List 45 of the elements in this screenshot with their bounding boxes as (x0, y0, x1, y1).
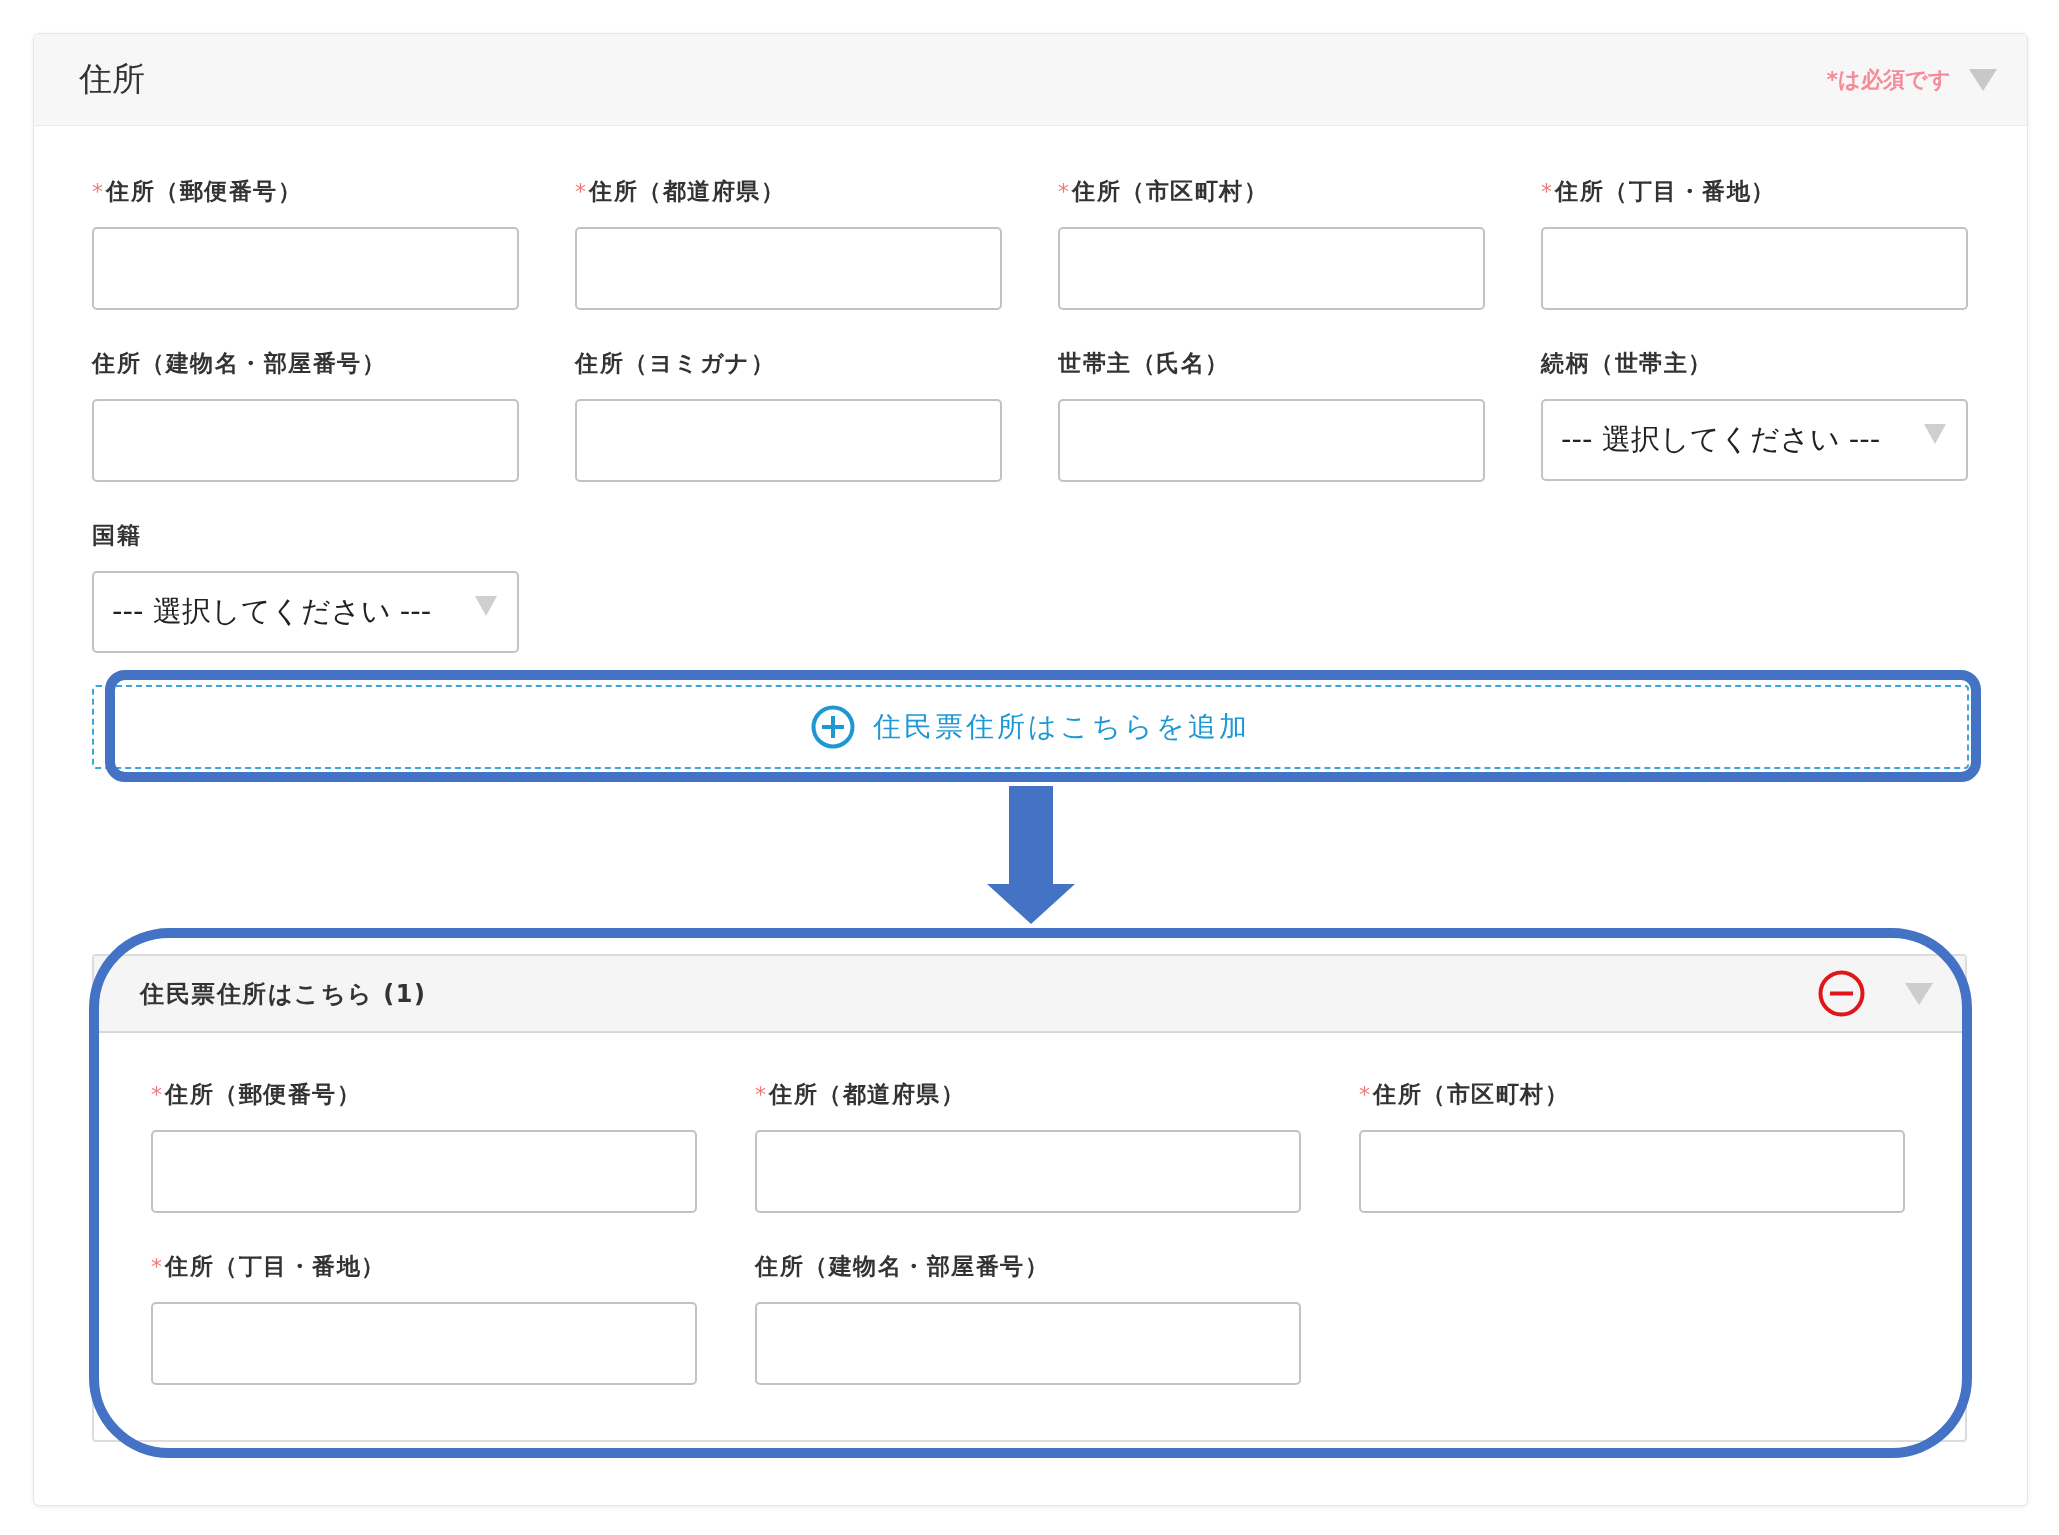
input-field[interactable] (1359, 1130, 1905, 1213)
field-label: 住所（郵便番号） (165, 1080, 361, 1109)
field-label: 世帯主（氏名） (1058, 349, 1230, 378)
input-field[interactable] (151, 1130, 697, 1213)
input-field[interactable] (575, 399, 1002, 482)
required-mark: * (151, 1254, 162, 1279)
field-label: 住所（郵便番号） (106, 177, 302, 206)
required-mark: * (92, 179, 103, 204)
remove-icon[interactable] (1818, 970, 1865, 1017)
input-field[interactable] (92, 399, 519, 482)
field-label: 国籍 (92, 521, 141, 550)
input-field[interactable] (1058, 399, 1485, 482)
caret-icon[interactable] (1969, 68, 1997, 91)
field-label: 住所（ヨミガナ） (575, 349, 775, 378)
field-label: 住所（都道府県） (589, 177, 785, 206)
select-dropdown[interactable]: --- 選択してください --- (1541, 399, 1968, 481)
add-icon (811, 705, 855, 749)
field-label: 住所（建物名・部屋番号） (92, 349, 386, 378)
caret-icon (1924, 424, 1946, 444)
field-label: 住所（丁目・番地） (1555, 177, 1776, 206)
required-mark: * (1058, 179, 1069, 204)
input-field[interactable] (755, 1130, 1301, 1213)
input-field[interactable] (151, 1302, 697, 1385)
required-mark: * (755, 1082, 766, 1107)
field-label: 住所（建物名・部屋番号） (755, 1252, 1049, 1281)
field-label: 続柄（世帯主） (1541, 349, 1713, 378)
input-field[interactable] (1541, 227, 1968, 310)
subsection-title: 住民票住所はこちら (1) (140, 978, 427, 1010)
section-title: 住所 (79, 58, 145, 100)
required-mark: * (151, 1082, 162, 1107)
required-mark: * (1541, 179, 1552, 204)
input-field[interactable] (755, 1302, 1301, 1385)
required-mark: * (1359, 1082, 1370, 1107)
input-field[interactable] (1058, 227, 1485, 310)
field-label: 住所（丁目・番地） (165, 1252, 386, 1281)
field-label: 住所（市区町村） (1373, 1080, 1569, 1109)
required-mark: * (575, 179, 586, 204)
input-field[interactable] (92, 227, 519, 310)
field-label: 住所（都道府県） (769, 1080, 965, 1109)
input-field[interactable] (575, 227, 1002, 310)
field-label: 住所（市区町村） (1072, 177, 1268, 206)
caret-icon (475, 596, 497, 616)
required-note: *は必須です (1826, 65, 1951, 94)
select-dropdown[interactable]: --- 選択してください --- (92, 571, 519, 653)
caret-icon[interactable] (1905, 982, 1933, 1005)
